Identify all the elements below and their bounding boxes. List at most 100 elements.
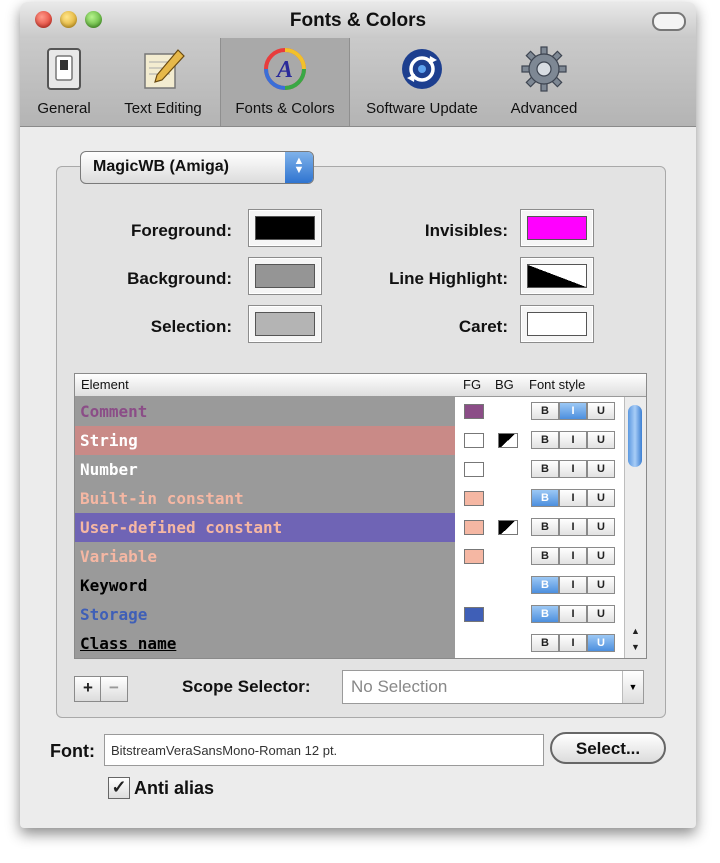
style-cells: BIU [455,426,625,455]
font-color-icon: A [264,48,306,90]
line-highlight-color-well[interactable] [520,257,594,295]
fg-color-swatch[interactable] [464,404,484,419]
fg-color-swatch[interactable] [464,433,484,448]
underline-toggle[interactable]: U [587,547,615,565]
add-element-button[interactable]: + [74,676,102,702]
theme-popup[interactable]: MagicWB (Amiga) ▲ ▼ [80,151,314,184]
scroll-up-icon[interactable]: ▲ [625,626,646,636]
title-bar[interactable]: Fonts & Colors [20,2,696,38]
table-row[interactable]: Variable B I U [75,542,625,571]
tab-software-update[interactable]: Software Update [352,38,492,126]
underline-toggle[interactable]: U [587,634,615,652]
bold-toggle[interactable]: B [531,518,559,536]
table-row[interactable]: Comment B I U [75,397,625,426]
bold-toggle[interactable]: B [531,489,559,507]
italic-toggle[interactable]: I [559,402,587,420]
column-header-element[interactable]: Element [81,377,129,392]
tab-general[interactable]: General [26,38,102,126]
fg-color-swatch[interactable] [464,549,484,564]
general-switch-icon [47,48,81,90]
italic-toggle[interactable]: I [559,576,587,594]
element-name-cell[interactable]: Class name [75,629,455,658]
bold-toggle[interactable]: B [531,402,559,420]
element-name-cell[interactable]: Storage [75,600,455,629]
tab-fonts-colors[interactable]: A Fonts & Colors [220,38,350,126]
element-table[interactable]: Element FG BG Font style Comment B I U Strin… [74,373,647,659]
chevron-down-icon[interactable]: ▼ [622,671,643,703]
font-style-segmented-control[interactable]: BIU [531,518,615,536]
underline-toggle[interactable]: U [587,489,615,507]
toolbar-toggle-button[interactable] [652,12,686,31]
font-style-segmented-control[interactable]: BIU [531,431,615,449]
column-header-fg[interactable]: FG [463,377,481,392]
table-row[interactable]: Class name B I U [75,629,625,658]
bold-toggle[interactable]: B [531,460,559,478]
font-style-segmented-control[interactable]: BIU [531,547,615,565]
fg-color-swatch[interactable] [464,607,484,622]
style-cells: BIU [455,629,625,658]
bg-color-swatch[interactable] [498,520,518,535]
bg-color-swatch[interactable] [498,433,518,448]
font-style-segmented-control[interactable]: BIU [531,460,615,478]
scroll-down-icon[interactable]: ▼ [625,642,646,652]
element-name-cell[interactable]: User-defined constant [75,513,455,542]
italic-toggle[interactable]: I [559,605,587,623]
anti-alias-label[interactable]: Anti alias [134,778,214,799]
font-style-segmented-control[interactable]: BIU [531,576,615,594]
fg-color-swatch[interactable] [464,491,484,506]
table-row[interactable]: Number B I U [75,455,625,484]
italic-toggle[interactable]: I [559,431,587,449]
element-name-cell[interactable]: Built-in constant [75,484,455,513]
table-row[interactable]: User-defined constant B I U [75,513,625,542]
element-name-cell[interactable]: String [75,426,455,455]
bold-toggle[interactable]: B [531,431,559,449]
tab-advanced[interactable]: Advanced [494,38,594,126]
underline-toggle[interactable]: U [587,402,615,420]
table-row[interactable]: String B I U [75,426,625,455]
underline-toggle[interactable]: U [587,431,615,449]
bold-toggle[interactable]: B [531,634,559,652]
remove-element-button[interactable]: − [100,676,128,702]
font-field[interactable]: BitstreamVeraSansMono-Roman 12 pt. [104,734,544,766]
underline-toggle[interactable]: U [587,518,615,536]
column-header-bg[interactable]: BG [495,377,514,392]
bold-toggle[interactable]: B [531,547,559,565]
selection-color-well[interactable] [248,305,322,343]
select-font-button[interactable]: Select... [550,732,666,764]
foreground-color-well[interactable] [248,209,322,247]
fg-color-swatch[interactable] [464,462,484,477]
font-label: Font: [50,741,95,761]
element-name-cell[interactable]: Keyword [75,571,455,600]
font-style-segmented-control[interactable]: BIU [531,402,615,420]
anti-alias-checkbox[interactable]: ✓ [108,777,130,799]
font-style-segmented-control[interactable]: BIU [531,489,615,507]
table-row[interactable]: Storage B I U [75,600,625,629]
bold-toggle[interactable]: B [531,576,559,594]
italic-toggle[interactable]: I [559,518,587,536]
element-name-cell[interactable]: Variable [75,542,455,571]
underline-toggle[interactable]: U [587,605,615,623]
element-name-cell[interactable]: Number [75,455,455,484]
font-style-segmented-control[interactable]: BIU [531,634,615,652]
italic-toggle[interactable]: I [559,489,587,507]
background-color-well[interactable] [248,257,322,295]
underline-toggle[interactable]: U [587,460,615,478]
column-header-font-style[interactable]: Font style [529,377,585,392]
font-style-segmented-control[interactable]: BIU [531,605,615,623]
table-row[interactable]: Built-in constant B I U [75,484,625,513]
background-swatch [255,264,315,288]
invisibles-color-well[interactable] [520,209,594,247]
element-name-cell[interactable]: Comment [75,397,455,426]
italic-toggle[interactable]: I [559,547,587,565]
vertical-scrollbar[interactable]: ▲ ▼ [624,397,646,658]
italic-toggle[interactable]: I [559,634,587,652]
table-row[interactable]: Keyword B I U [75,571,625,600]
scrollbar-thumb[interactable] [628,405,642,467]
fg-color-swatch[interactable] [464,520,484,535]
tab-text-editing[interactable]: Text Editing [106,38,220,126]
scope-selector-field[interactable]: No Selection ▼ [342,670,644,704]
bold-toggle[interactable]: B [531,605,559,623]
italic-toggle[interactable]: I [559,460,587,478]
underline-toggle[interactable]: U [587,576,615,594]
caret-color-well[interactable] [520,305,594,343]
